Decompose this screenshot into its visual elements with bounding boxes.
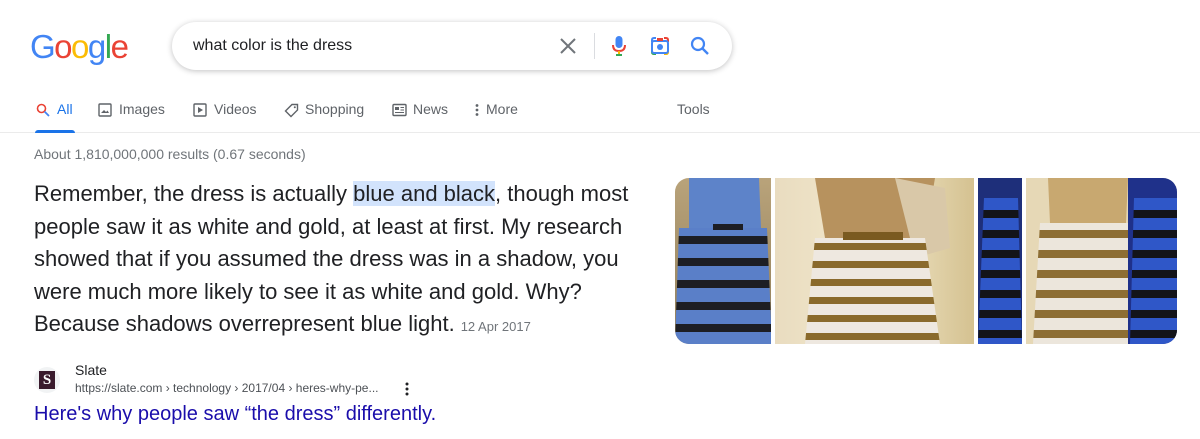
search-divider bbox=[594, 33, 595, 59]
tab-news[interactable]: News bbox=[391, 93, 448, 133]
tab-more[interactable]: More bbox=[473, 93, 518, 133]
favicon-letter: S bbox=[39, 371, 55, 389]
tab-all[interactable]: All bbox=[35, 93, 75, 133]
tab-shopping[interactable]: Shopping bbox=[283, 93, 364, 133]
tools-button[interactable]: Tools bbox=[677, 93, 710, 133]
microphone-icon[interactable] bbox=[607, 34, 631, 58]
dress-image-side-by-side[interactable] bbox=[977, 178, 1177, 344]
snippet-date: 12 Apr 2017 bbox=[460, 319, 531, 334]
logo-letter: e bbox=[110, 28, 129, 65]
play-icon bbox=[192, 102, 208, 118]
tab-label: All bbox=[57, 101, 73, 117]
tab-label: Images bbox=[119, 101, 165, 117]
dress-image-blue-black[interactable] bbox=[675, 178, 772, 344]
result-stats: About 1,810,000,000 results (0.67 second… bbox=[34, 146, 306, 162]
tab-label: Videos bbox=[214, 101, 257, 117]
search-icon bbox=[35, 102, 51, 118]
search-tabs: All Images Videos Shopping News More Too… bbox=[0, 93, 1200, 133]
logo-letter: G bbox=[30, 28, 56, 65]
site-name[interactable]: Slate bbox=[75, 362, 107, 378]
tab-label: News bbox=[413, 101, 449, 117]
logo-letter: o bbox=[54, 28, 72, 65]
google-logo[interactable]: Google bbox=[30, 27, 129, 67]
tab-label: More bbox=[486, 101, 518, 117]
tab-videos[interactable]: Videos bbox=[192, 93, 257, 133]
tab-images[interactable]: Images bbox=[97, 93, 165, 133]
close-icon[interactable] bbox=[556, 34, 580, 58]
site-url[interactable]: https://slate.com › technology › 2017/04… bbox=[75, 381, 378, 395]
snippet-images bbox=[675, 178, 1177, 344]
tab-label: Shopping bbox=[305, 101, 365, 117]
logo-letter: o bbox=[71, 28, 89, 65]
slate-favicon-icon[interactable]: S bbox=[34, 367, 60, 393]
tools-label: Tools bbox=[677, 101, 710, 117]
camera-lens-icon[interactable] bbox=[648, 34, 672, 58]
search-box[interactable]: what color is the dress bbox=[172, 22, 732, 70]
search-input[interactable]: what color is the dress bbox=[193, 22, 352, 70]
result-title-link[interactable]: Here's why people saw “the dress” differ… bbox=[34, 403, 436, 426]
snippet-text: Remember, the dress is actually bbox=[34, 181, 354, 206]
image-icon bbox=[97, 102, 113, 118]
newspaper-icon bbox=[391, 102, 407, 118]
logo-letter: g bbox=[87, 28, 106, 65]
dress-image-white-gold[interactable] bbox=[775, 178, 974, 344]
snippet-highlight: blue and black bbox=[353, 181, 496, 206]
more-vert-icon[interactable] bbox=[402, 381, 412, 397]
featured-snippet-text: Remember, the dress is actually blue and… bbox=[34, 178, 664, 344]
more-vert-icon bbox=[473, 102, 481, 118]
search-icon[interactable] bbox=[688, 34, 712, 58]
tag-icon bbox=[283, 102, 299, 118]
